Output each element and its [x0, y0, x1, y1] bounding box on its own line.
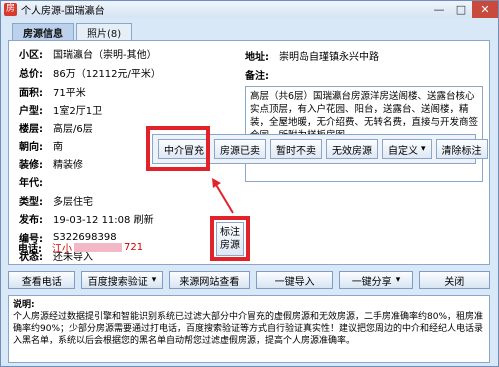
address-label: 地址:	[245, 51, 269, 63]
notes-row: 备注:	[245, 67, 279, 82]
app-icon: 房	[4, 3, 17, 16]
publish-row: 发布: 19-03-12 11:08 刷新	[19, 211, 154, 226]
phone-suffix: 721	[124, 241, 144, 253]
facing-value: 南	[53, 141, 63, 153]
view-phone-button[interactable]: 查看电话	[8, 271, 76, 289]
custom-dropdown[interactable]: 自定义	[382, 139, 432, 159]
not-selling-button[interactable]: 暂时不卖	[270, 139, 322, 159]
layout-label: 户型:	[19, 105, 43, 117]
minimize-button[interactable]: —	[428, 1, 450, 18]
explanation-box: 说明: 个人房源经过数据提引擎和智能识别系统已过滤大部分中介冒充的虚假房源和无效…	[8, 295, 490, 363]
app-window: 房 个人房源-国瑞瀛台 — □ ✕ 房源信息 照片(8) 小区: 国瑞瀛台（崇明…	[0, 0, 499, 367]
tab-strip: 房源信息 照片(8)	[12, 23, 134, 40]
sold-button[interactable]: 房源已卖	[214, 139, 266, 159]
address-value: 崇明岛自瑾镇永兴中路	[279, 51, 379, 63]
maximize-button[interactable]: □	[450, 1, 472, 18]
publish-value: 19-03-12 11:08 刷新	[53, 214, 154, 226]
publish-label: 发布:	[19, 214, 43, 226]
year-label: 年代:	[19, 177, 43, 189]
phone-prefix: 江小	[52, 243, 72, 255]
price-row: 总价: 86万（12112元/平米）	[19, 65, 161, 80]
tab-photos[interactable]: 照片(8)	[76, 23, 133, 40]
explanation-title: 说明:	[13, 300, 35, 310]
invalid-listing-button[interactable]: 无效房源	[326, 139, 378, 159]
floor-row: 楼层: 高层/6层	[19, 120, 93, 135]
layout-value: 1室2厅1卫	[53, 105, 103, 117]
address-row: 地址: 崇明岛自瑾镇永兴中路	[245, 48, 379, 63]
window-title: 个人房源-国瑞瀛台	[21, 6, 105, 17]
year-row: 年代:	[19, 174, 53, 189]
facing-label: 朝向:	[19, 141, 43, 153]
floor-value: 高层/6层	[53, 123, 93, 135]
phone-label: 电话:	[18, 243, 42, 255]
close-button[interactable]: 关闭	[418, 271, 490, 289]
tab-house-info[interactable]: 房源信息	[12, 23, 74, 40]
close-icon[interactable]: ✕	[472, 1, 498, 18]
type-row: 类型: 多层住宅	[19, 193, 93, 208]
import-button[interactable]: 一键导入	[255, 271, 334, 289]
type-value: 多层住宅	[53, 196, 93, 208]
highlight-box-tag-house	[210, 216, 250, 261]
price-label: 总价:	[19, 68, 43, 80]
area-label: 面积:	[19, 87, 43, 99]
title-bar: 房 个人房源-国瑞瀛台 — □ ✕	[1, 1, 498, 18]
baidu-verify-dropdown[interactable]: 百度搜索验证	[81, 271, 163, 289]
phone-row: 电话: 江小 721	[18, 240, 144, 255]
notes-label: 备注:	[245, 70, 269, 82]
decor-label: 装修:	[19, 159, 43, 171]
share-dropdown[interactable]: 一键分享	[339, 271, 413, 289]
highlight-box-agent-fake	[146, 126, 210, 171]
clear-tags-button[interactable]: 清除标注	[435, 139, 488, 159]
community-row: 小区: 国瑞瀛台（崇明-其他）	[19, 46, 157, 61]
explanation-text: 个人房源经过数据提引擎和智能识别系统已过滤大部分中介冒充的虚假房源和无效房源，二…	[13, 312, 484, 346]
arrow-icon	[212, 178, 234, 214]
view-source-button[interactable]: 来源网站查看	[168, 271, 250, 289]
price-value: 86万（12112元/平米）	[53, 68, 161, 80]
type-label: 类型:	[19, 196, 43, 208]
area-row: 面积: 71平米	[19, 84, 86, 99]
floor-label: 楼层:	[19, 123, 43, 135]
bottom-toolbar: 查看电话 百度搜索验证 来源网站查看 一键导入 一键分享 关闭	[8, 271, 490, 293]
phone-redaction	[74, 242, 122, 252]
community-label: 小区:	[19, 49, 43, 61]
decor-row: 装修: 精装修	[19, 156, 83, 171]
area-value: 71平米	[53, 87, 86, 99]
community-value: 国瑞瀛台（崇明-其他）	[53, 49, 157, 61]
decor-value: 精装修	[53, 159, 83, 171]
facing-row: 朝向: 南	[19, 138, 63, 153]
layout-row: 户型: 1室2厅1卫	[19, 102, 103, 117]
